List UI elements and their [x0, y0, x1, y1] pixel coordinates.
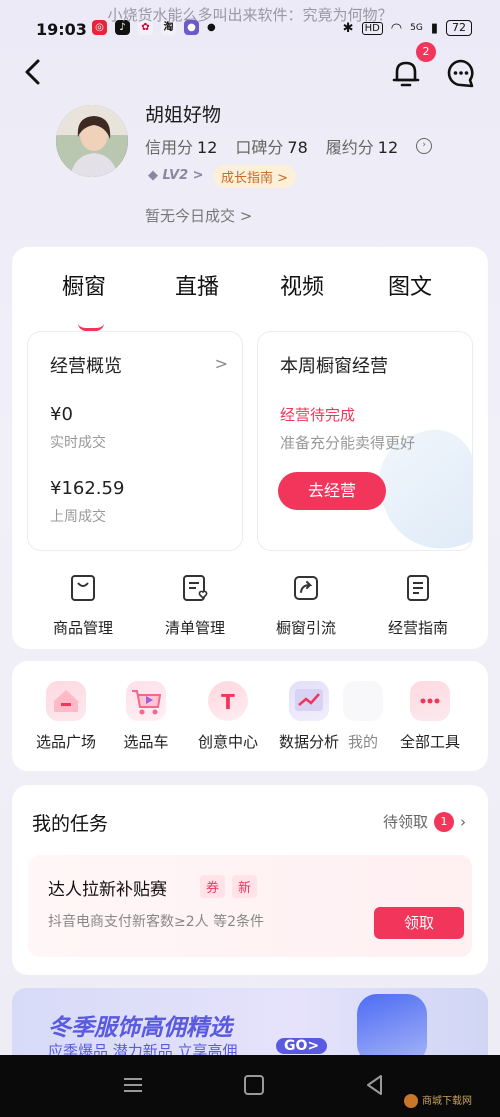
chevron-right-icon: › — [460, 812, 466, 831]
credit-score: 信用分 12 — [145, 138, 218, 157]
chevron-right-icon: > — [214, 354, 228, 373]
banner-go-button[interactable]: GO> — [276, 1038, 328, 1054]
tool-product-management[interactable]: 商品管理 — [33, 573, 133, 638]
weekly-status: 经营待完成 — [280, 406, 356, 424]
score-row[interactable]: 信用分 12 口碑分 78 履约分 12 › — [145, 134, 433, 158]
product-box-icon — [71, 575, 95, 601]
share-arrow-icon — [294, 576, 318, 600]
brand-watermark: 商城下载网 — [404, 1092, 472, 1108]
lastweek-label: 上周成交 — [50, 509, 106, 525]
pending-count-badge: 1 — [434, 811, 454, 832]
my-tasks-card: 我的任务 待领取 1 › 达人拉新补贴赛 券 新 抖音电商支付新客数≥2人 等2… — [12, 785, 488, 975]
notification-badge: 2 — [416, 42, 436, 62]
weekly-operation-card: 本周橱窗经营 经营待完成 准备充分能卖得更好 去经营 — [257, 331, 473, 551]
today-deal-link[interactable]: 暂无今日成交 > — [145, 205, 252, 226]
avatar-photo — [56, 105, 128, 177]
list-heart-icon — [183, 575, 208, 601]
menu-icon[interactable] — [122, 1075, 144, 1095]
overview-title: 经营概览 — [50, 356, 122, 377]
quick-tool-product-square[interactable]: 选品广场 — [24, 681, 108, 752]
tab-showcase[interactable]: 橱窗 — [62, 269, 106, 301]
active-tab-indicator — [78, 323, 104, 331]
tab-video[interactable]: 视频 — [280, 269, 324, 301]
fulfillment-score: 履约分 12 — [325, 138, 399, 157]
brand-logo-icon — [404, 1094, 418, 1108]
quick-tools-card: 选品广场 选品车 T 创意中心 数据分析 我的 全部工具 — [12, 661, 488, 771]
tab-image-text[interactable]: 图文 — [388, 269, 432, 301]
claim-button[interactable]: 领取 — [374, 907, 464, 939]
more-dots-icon — [410, 681, 450, 721]
task-name: 达人拉新补贴赛 — [48, 880, 167, 900]
reputation-score: 口碑分 78 — [235, 138, 308, 157]
quick-tool-mine[interactable]: 我的 — [338, 681, 388, 752]
message-icon[interactable] — [445, 57, 477, 89]
svg-text:T: T — [221, 690, 235, 714]
promo-banner[interactable]: 冬季服饰高佣精选 应季爆品 潜力新品 立享高佣 GO> — [12, 988, 488, 1058]
bell-icon[interactable] — [389, 56, 423, 90]
go-operate-button[interactable]: 去经营 — [278, 472, 386, 510]
weekly-hint: 准备充分能卖得更好 — [280, 434, 416, 452]
creative-t-icon: T — [208, 681, 248, 721]
chart-trend-icon — [289, 681, 329, 721]
realtime-value: ¥0 — [50, 404, 73, 425]
quick-tool-all-tools[interactable]: 全部工具 — [388, 681, 472, 752]
document-icon — [407, 575, 429, 601]
realtime-label: 实时成交 — [50, 435, 106, 451]
back-icon[interactable] — [18, 55, 48, 89]
username: 胡姐好物 — [145, 104, 222, 126]
store-icon — [46, 681, 86, 721]
pending-tasks-link[interactable]: 待领取 1 › — [383, 811, 466, 832]
quick-tool-creative-center[interactable]: T 创意中心 — [186, 681, 270, 752]
mine-icon — [343, 681, 383, 721]
avatar[interactable] — [56, 105, 128, 177]
task-item: 达人拉新补贴赛 券 新 抖音电商支付新客数≥2人 等2条件 领取 — [28, 855, 472, 957]
home-icon[interactable] — [244, 1075, 264, 1095]
astronaut-figure-icon — [357, 994, 427, 1058]
tool-showcase-traffic[interactable]: 橱窗引流 — [256, 573, 356, 638]
new-tag: 新 — [232, 875, 258, 898]
weekly-title: 本周橱窗经营 — [280, 356, 388, 377]
showcase-card: 橱窗 直播 视频 图文 经营概览 > ¥0 实时成交 ¥162.59 上周成交 … — [12, 247, 488, 649]
tab-live[interactable]: 直播 — [175, 269, 219, 301]
quick-tool-product-cart[interactable]: 选品车 — [104, 681, 188, 752]
cart-icon — [126, 681, 166, 721]
banner-title: 冬季服饰高佣精选 — [48, 1015, 232, 1041]
tasks-title: 我的任务 — [32, 813, 109, 835]
tool-business-guide[interactable]: 经营指南 — [368, 573, 468, 638]
watermark-text: 小烧货水能么多叫出来软件：究竟为何物？ — [107, 6, 393, 24]
chevron-right-icon[interactable]: › — [416, 138, 433, 154]
growth-guide-button[interactable]: 成长指南 > — [213, 165, 297, 188]
task-description: 抖音电商支付新客数≥2人 等2条件 — [48, 914, 264, 930]
coupon-tag: 券 — [200, 875, 226, 898]
tool-list-management[interactable]: 清单管理 — [145, 573, 245, 638]
business-overview-card[interactable]: 经营概览 > ¥0 实时成交 ¥162.59 上周成交 — [27, 331, 243, 551]
lastweek-value: ¥162.59 — [50, 478, 125, 499]
level-badge[interactable]: ◆ LV2 > — [148, 168, 204, 183]
back-triangle-icon[interactable] — [364, 1073, 384, 1097]
